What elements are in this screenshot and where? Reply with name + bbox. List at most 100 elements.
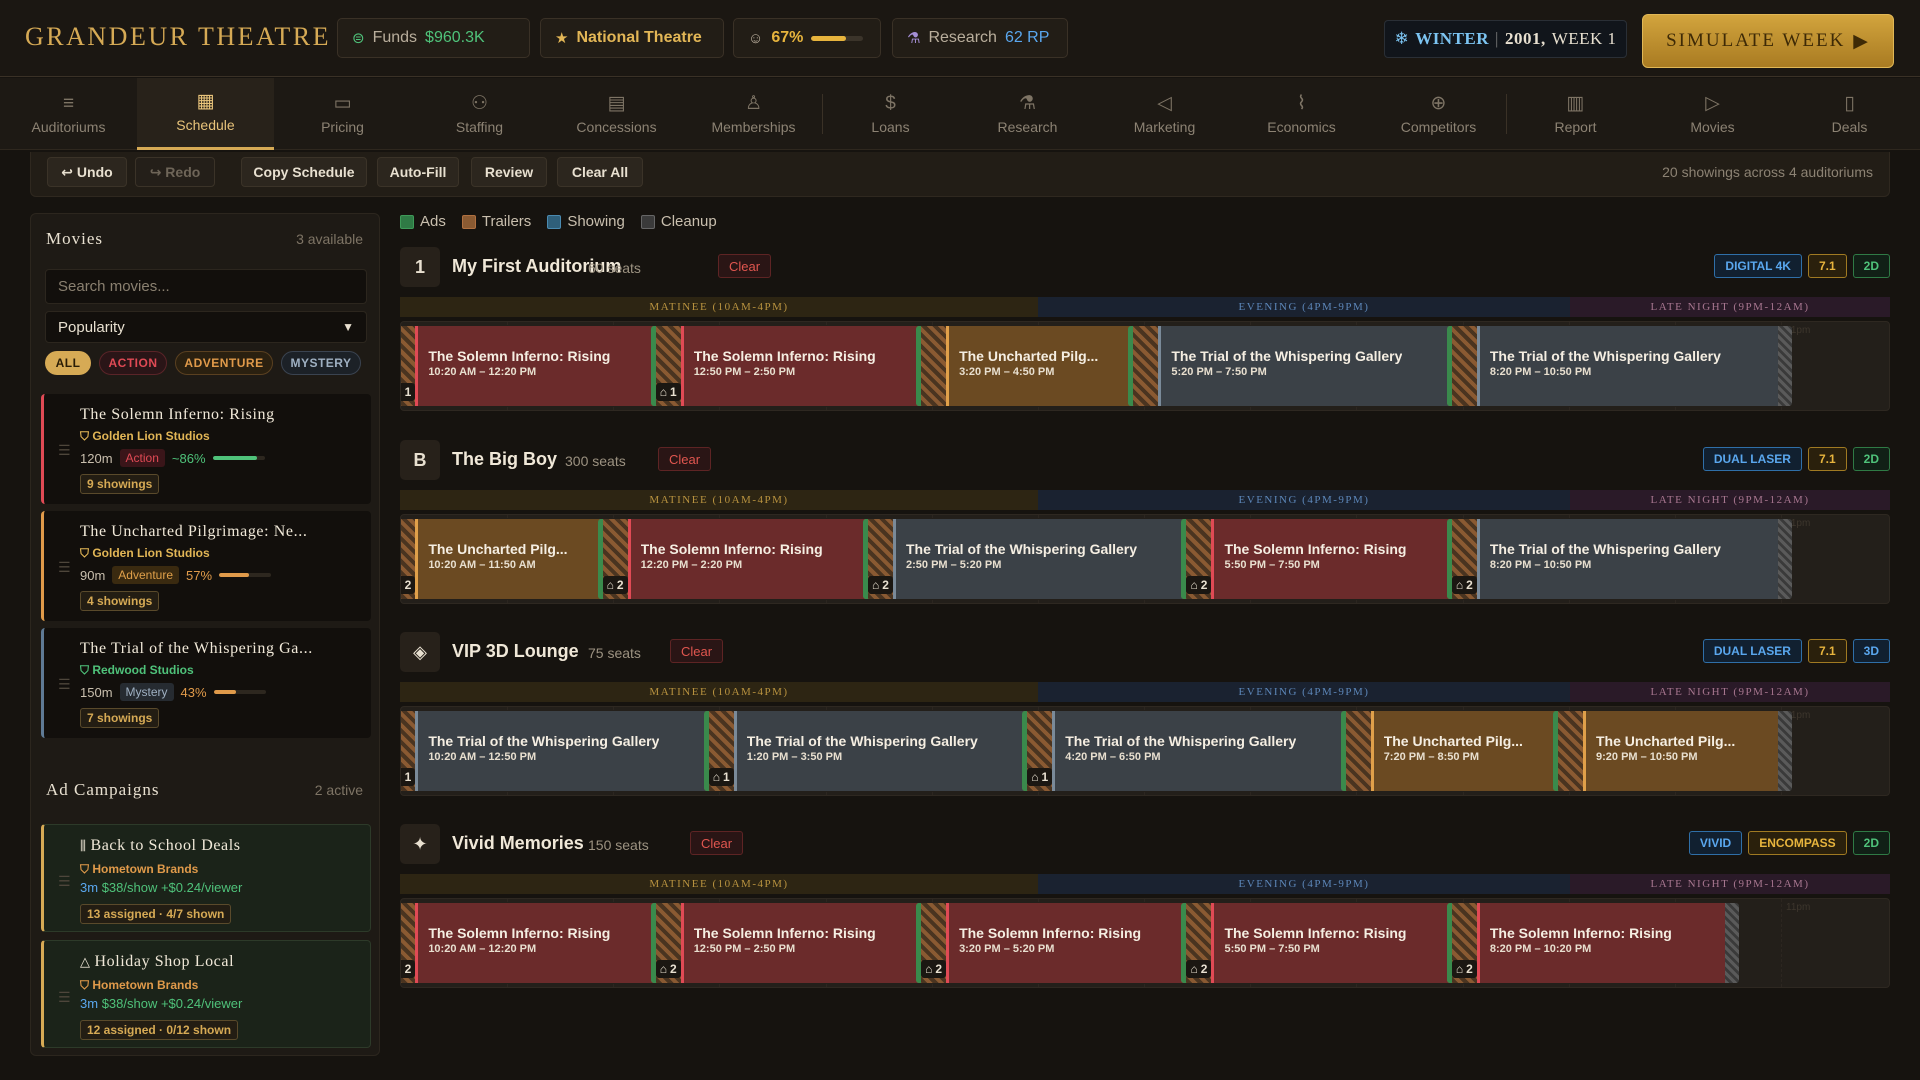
auditorium-icon: B	[400, 440, 440, 480]
filter-mystery[interactable]: MYSTERY	[281, 351, 361, 375]
nav-deals[interactable]: ▯ Deals	[1781, 78, 1918, 150]
filter-adventure[interactable]: ADVENTURE	[175, 351, 273, 375]
movie-runtime: 120m	[80, 450, 113, 466]
showing-block[interactable]: The Solemn Inferno: Rising 12:50 PM – 2:…	[650, 903, 943, 983]
period-bands: MATINEE (10AM-4PM) EVENING (4PM-9PM) LAT…	[400, 490, 1890, 510]
clear-auditorium-button[interactable]: Clear	[690, 831, 744, 855]
schedule-summary: 20 showings across 4 auditoriums	[1662, 164, 1873, 180]
movie-studio: ⛉ Golden Lion Studios	[80, 429, 210, 443]
nav-research[interactable]: ⚗ Research	[959, 78, 1096, 150]
staff-icon: ⌂	[1455, 578, 1464, 592]
period-evening: EVENING (4PM-9PM)	[1038, 490, 1570, 510]
cleanup-segment	[1777, 519, 1792, 599]
clear-auditorium-button[interactable]: Clear	[718, 254, 772, 278]
reputation-bar-fill	[811, 35, 847, 41]
nav-movies[interactable]: ▷ Movies	[1644, 78, 1781, 150]
nav-label: Loans	[871, 118, 910, 135]
showing-block[interactable]: The Trial of the Whispering Gallery 5:20…	[1128, 326, 1474, 406]
period-late-night: LATE NIGHT (9PM-12AM)	[1570, 682, 1890, 702]
drag-handle-icon[interactable]: ☰	[58, 873, 71, 890]
simulate-week-button[interactable]: SIMULATE WEEK ▶	[1642, 14, 1894, 68]
showing-block[interactable]: The Trial of the Whispering Gallery 8:20…	[1446, 519, 1792, 599]
drag-handle-icon[interactable]: ☰	[58, 676, 71, 693]
nav-concessions[interactable]: ▤ Concessions	[548, 78, 685, 150]
legend-cleanup: Cleanup	[640, 213, 717, 230]
movie-card[interactable]: ☰ The Solemn Inferno: Rising ⛉ Golden Li…	[41, 394, 371, 504]
season-sep: |	[1495, 29, 1499, 48]
showing-block[interactable]: The Uncharted Pilg... 7:20 PM – 8:50 PM	[1340, 711, 1580, 791]
nav-competitors[interactable]: ⊕ Competitors	[1370, 78, 1507, 150]
nav-economics[interactable]: ⌇ Economics	[1233, 78, 1370, 150]
showing-block[interactable]: The Solemn Inferno: Rising 12:20 PM – 2:…	[597, 519, 890, 599]
movie-card[interactable]: ☰ The Uncharted Pilgrimage: Ne... ⛉ Gold…	[41, 511, 371, 621]
drag-handle-icon[interactable]: ☰	[58, 442, 71, 459]
staff-icon: ⌂	[401, 962, 402, 976]
showing-block[interactable]: The Solemn Inferno: Rising 3:20 PM – 5:2…	[916, 903, 1208, 983]
showing-block[interactable]: The Uncharted Pilg... 9:20 PM – 10:50 PM	[1553, 711, 1792, 791]
nav-report[interactable]: ▥ Report	[1507, 78, 1644, 150]
simulate-week-label: SIMULATE WEEK	[1666, 30, 1846, 51]
showing-block[interactable]: The Uncharted Pilg... 10:20 AM – 11:50 A…	[401, 519, 625, 599]
movie-card[interactable]: ☰ The Trial of the Whispering Ga... ⛉ Re…	[41, 628, 371, 738]
drag-handle-icon[interactable]: ☰	[58, 989, 71, 1006]
movie-runtime: 150m	[80, 684, 113, 700]
clear-all-button[interactable]: Clear All	[557, 157, 643, 187]
staff-count-badge: ⌂1	[401, 768, 416, 786]
auditorium-timeline[interactable]: 11am12pm1pm2pm3pm4pm5pm6pm7pm8pm9pm10pm1…	[400, 514, 1890, 604]
sort-select-value: Popularity	[58, 318, 125, 336]
showing-block[interactable]: The Trial of the Whispering Gallery 10:2…	[401, 711, 731, 791]
auditorium-timeline[interactable]: 11am12pm1pm2pm3pm4pm5pm6pm7pm8pm9pm10pm1…	[400, 706, 1890, 796]
showing-block[interactable]: The Solemn Inferno: Rising 12:50 PM – 2:…	[650, 326, 943, 406]
nav-marketing[interactable]: ◁ Marketing	[1096, 78, 1233, 150]
showing-block[interactable]: The Solemn Inferno: Rising 5:50 PM – 7:5…	[1181, 519, 1474, 599]
showing-block[interactable]: The Solemn Inferno: Rising 8:20 PM – 10:…	[1446, 903, 1739, 983]
nav-pricing[interactable]: ▭ Pricing	[274, 78, 411, 150]
nav-memberships[interactable]: ♙ Memberships	[685, 78, 822, 150]
auditorium-icon: ✦	[400, 824, 440, 864]
showing-block[interactable]: The Solemn Inferno: Rising 10:20 AM – 12…	[401, 326, 678, 406]
ad-segment	[1128, 326, 1134, 406]
nav-label: Competitors	[1400, 118, 1477, 135]
staff-icon: ⌂	[1031, 770, 1039, 784]
auditorium-tag: 7.1	[1807, 639, 1847, 663]
redo-button[interactable]: ↪ Redo	[135, 157, 215, 187]
ad-segment	[597, 519, 603, 599]
clear-auditorium-button[interactable]: Clear	[670, 639, 724, 663]
ad-status-badge: 12 assigned · 0/12 shown	[80, 1020, 239, 1040]
ad-campaign-card[interactable]: ☰ △ Holiday Shop Local ⛉ Hometown Brands…	[41, 940, 371, 1048]
showing-block[interactable]: The Trial of the Whispering Gallery 1:20…	[703, 711, 1049, 791]
left-panel: Movies 3 available Popularity ▼ ALL ACTI…	[30, 213, 380, 1056]
showing-block[interactable]: The Uncharted Pilg... 3:20 PM – 4:50 PM	[916, 326, 1155, 406]
review-button[interactable]: Review	[471, 157, 547, 187]
clear-auditorium-button[interactable]: Clear	[658, 447, 712, 471]
auditorium-timeline[interactable]: 11am12pm1pm2pm3pm4pm5pm6pm7pm8pm9pm10pm1…	[400, 321, 1890, 411]
sort-select[interactable]: Popularity ▼	[45, 311, 367, 343]
showing-block[interactable]: The Solemn Inferno: Rising 5:50 PM – 7:5…	[1181, 903, 1474, 983]
showing-block[interactable]: The Trial of the Whispering Gallery 4:20…	[1022, 711, 1368, 791]
showing-time: 4:20 PM – 6:50 PM	[1065, 751, 1161, 763]
showing-block[interactable]: The Trial of the Whispering Gallery 2:50…	[863, 519, 1208, 599]
period-matinee: MATINEE (10AM-4PM)	[400, 874, 1038, 894]
nav-staffing[interactable]: ⚇ Staffing	[411, 78, 548, 150]
showing-segment: The Trial of the Whispering Gallery 1:20…	[733, 711, 1035, 791]
copy-schedule-button[interactable]: Copy Schedule	[241, 157, 367, 187]
movie-genre: Mystery	[119, 683, 174, 701]
movies-count: 3 available	[296, 231, 363, 247]
showing-segment: The Uncharted Pilg... 9:20 PM – 10:50 PM	[1583, 711, 1778, 791]
ad-campaign-card[interactable]: ☰ ⫼ Back to School Deals ⛉ Hometown Bran…	[41, 824, 371, 932]
filter-all[interactable]: ALL	[45, 351, 91, 375]
movie-search-input[interactable]	[45, 269, 367, 304]
campaign-icon: △	[80, 954, 95, 969]
showing-block[interactable]: The Trial of the Whispering Gallery 8:20…	[1446, 326, 1792, 406]
drag-handle-icon[interactable]: ☰	[58, 559, 71, 576]
nav-schedule[interactable]: ▦ Schedule	[137, 78, 274, 150]
nav-auditoriums[interactable]: ≡ Auditoriums	[0, 78, 137, 150]
showing-title: The Trial of the Whispering Gallery	[746, 733, 978, 749]
auditorium-timeline[interactable]: 11am12pm1pm2pm3pm4pm5pm6pm7pm8pm9pm10pm1…	[400, 898, 1890, 988]
auto-fill-button[interactable]: Auto-Fill	[377, 157, 459, 187]
showing-block[interactable]: The Solemn Inferno: Rising 10:20 AM – 12…	[401, 903, 678, 983]
filter-action[interactable]: ACTION	[99, 351, 167, 375]
staff-icon: ⌂	[1455, 962, 1464, 976]
undo-button[interactable]: ↩ Undo	[47, 157, 127, 187]
nav-loans[interactable]: $ Loans	[822, 78, 959, 150]
